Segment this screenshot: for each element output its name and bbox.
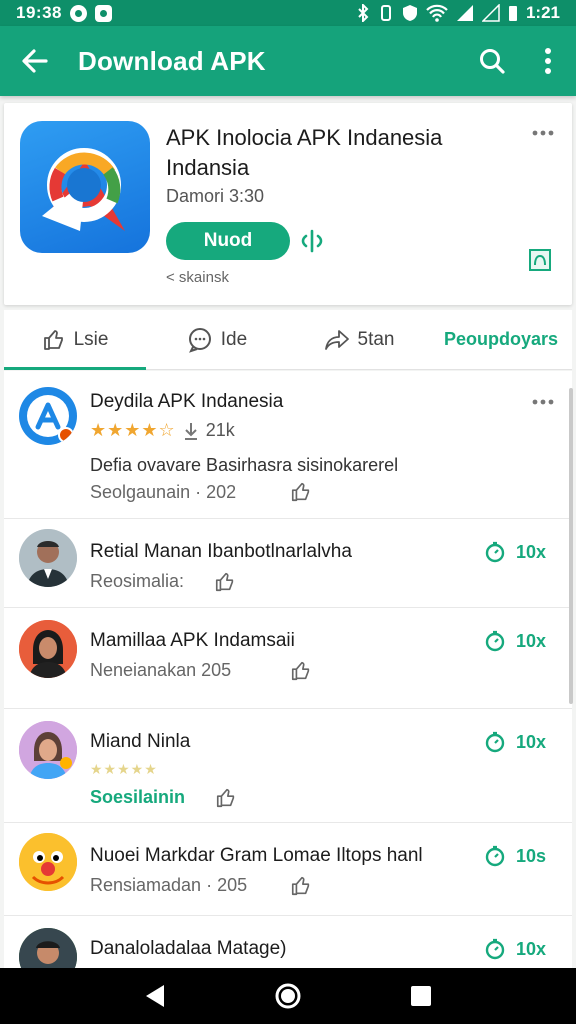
wifi-icon [426,4,448,22]
app-bar: Download APK [0,26,576,96]
avatar [19,620,77,678]
timer-icon [485,938,505,960]
signal-icon [456,5,473,21]
tab-popular[interactable]: Peoupdoyars [430,310,572,369]
share-arrow-icon [324,329,349,350]
timer-icon [485,731,505,753]
timer-icon [485,541,505,563]
tab-like-label: Lsie [73,328,109,350]
install-button[interactable]: Nuod [166,222,290,260]
timer-icon [485,630,505,652]
shield-icon [402,5,417,21]
more-options-button[interactable] [520,26,576,96]
featured-description: Defia ovavare Basirhasra sisinokarerel [90,455,399,475]
tab-like[interactable]: Lsie [4,310,146,370]
back-button[interactable] [0,26,70,96]
list-item[interactable]: Mamillaa APK Indamsaii Neneianakan 205 1… [4,608,572,709]
tab-comment-label: Ide [220,328,248,350]
verified-badge-icon [529,249,551,271]
timer-icon [485,845,505,867]
rating-count: 21k [205,420,235,440]
share-icon[interactable] [300,229,324,253]
review-count: 10x [516,731,547,752]
download-count-icon [184,422,197,440]
list-item[interactable]: Miand Ninla ★★★★★ Soesilainin 10x [4,709,572,823]
review-count: 10x [516,630,547,651]
system-nav-bar [0,968,576,1024]
recents-square-icon[interactable] [409,984,433,1008]
avatar [19,833,77,891]
app-detail-card: APK Inolocia APK Indanesia Indansia Damo… [4,103,572,305]
search-icon [480,49,505,74]
list-item[interactable]: Nuoei Markdar Gram Lomae Iltops hanl Ren… [4,823,572,916]
home-circle-icon[interactable] [274,982,302,1010]
review-name: Danaloladalaa Matage) [90,938,287,959]
thumb-up-icon[interactable] [215,787,237,809]
list-item[interactable]: Deydila APK Indanesia ★★★★☆ 21k Defia ov… [4,371,572,519]
tab-bar: Lsie Ide 5tan Peoupdoyars [4,310,572,370]
tab-share-label: 5tan [357,328,395,350]
bluetooth-icon [358,4,369,22]
featured-meta: Seolgaunain · 202 [90,482,237,502]
star-rating: ★★★★☆ [90,420,176,440]
tab-popular-label: Peoupdoyars [443,329,559,349]
message-notification-icon [94,4,112,22]
tab-comment[interactable]: Ide [146,310,288,369]
review-meta: Neneianakan 205 [90,660,232,680]
battery-icon [508,6,517,21]
avatar [19,529,77,587]
featured-name: Deydila APK Indanesia [90,391,284,412]
app-meta: < skainsk [166,269,229,286]
arrow-left-icon [22,49,48,73]
scrollbar[interactable] [569,388,573,704]
review-name: Miand Ninla [90,731,191,752]
app-name: APK Inolocia APK Indanesia Indansia [166,125,443,180]
avatar [19,721,77,779]
review-name: Retial Manan Ibanbotlnarlalvha [90,541,352,562]
thumb-up-icon[interactable] [290,660,312,682]
star-rating: ★★★★★ [90,761,158,777]
app-logo-icon [20,121,150,253]
review-count: 10s [516,845,547,866]
page-title: Download APK [78,45,266,76]
more-horiz-icon[interactable] [530,123,556,143]
back-triangle-icon[interactable] [143,983,167,1009]
review-name: Nuoei Markdar Gram Lomae Iltops hanl [90,845,423,866]
list-item[interactable]: Danaloladalaa Matage) ★★★★★ 10x [4,916,572,968]
status-time: 19:38 [16,3,62,22]
review-meta: Soesilainin [90,787,186,807]
thumb-up-icon[interactable] [214,571,236,593]
more-vert-icon [545,48,551,74]
more-horiz-icon[interactable] [530,393,556,411]
review-count: 10x [516,541,547,562]
thumb-up-icon[interactable] [290,875,312,897]
signal-icon-2 [481,4,500,22]
review-count: 10x [516,938,547,959]
thumb-up-icon[interactable] [290,481,312,503]
status-bar: 19:38 1:21 [0,0,576,26]
review-meta: Rensiamadan · 205 [90,875,248,895]
comment-icon [188,327,211,353]
vibrate-icon [380,5,391,21]
status-clock: 1:21 [525,3,560,22]
notification-icon [69,4,87,22]
tab-share[interactable]: 5tan [288,310,430,369]
avatar [19,928,77,968]
app-avatar [19,387,77,445]
app-developer: Damori 3:30 [166,186,265,206]
review-name: Mamillaa APK Indamsaii [90,630,295,651]
list-item[interactable]: Retial Manan Ibanbotlnarlalvha Reosimali… [4,519,572,608]
review-list: Deydila APK Indanesia ★★★★☆ 21k Defia ov… [4,371,572,968]
search-button[interactable] [464,26,520,96]
thumb-up-icon [43,329,63,350]
review-meta: Reosimalia: [90,571,185,591]
